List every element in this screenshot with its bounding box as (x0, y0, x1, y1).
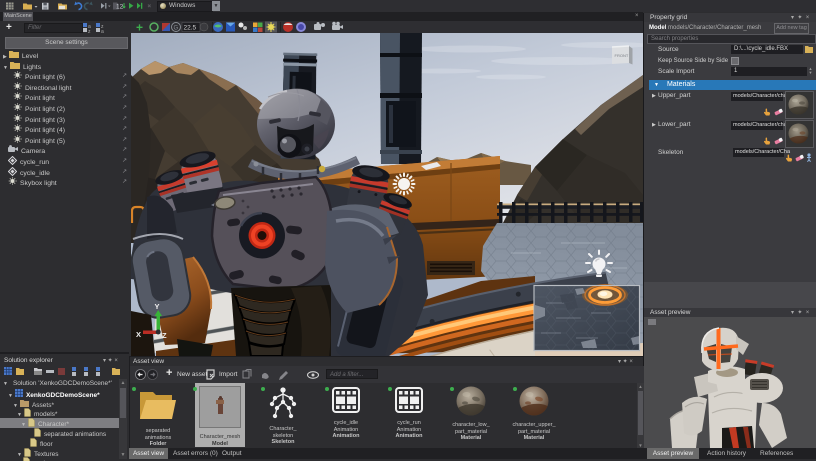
svg-text:a: a (101, 29, 104, 33)
svg-text:G: G (174, 26, 179, 32)
svg-text:12: 12 (116, 4, 124, 11)
svg-text:FRONT: FRONT (615, 53, 629, 58)
svg-text:+: + (136, 21, 143, 33)
svg-text:22.5: 22.5 (184, 25, 197, 32)
svg-text:Z: Z (162, 331, 167, 340)
svg-text:Y: Y (155, 302, 160, 311)
svg-text:X: X (136, 330, 141, 339)
